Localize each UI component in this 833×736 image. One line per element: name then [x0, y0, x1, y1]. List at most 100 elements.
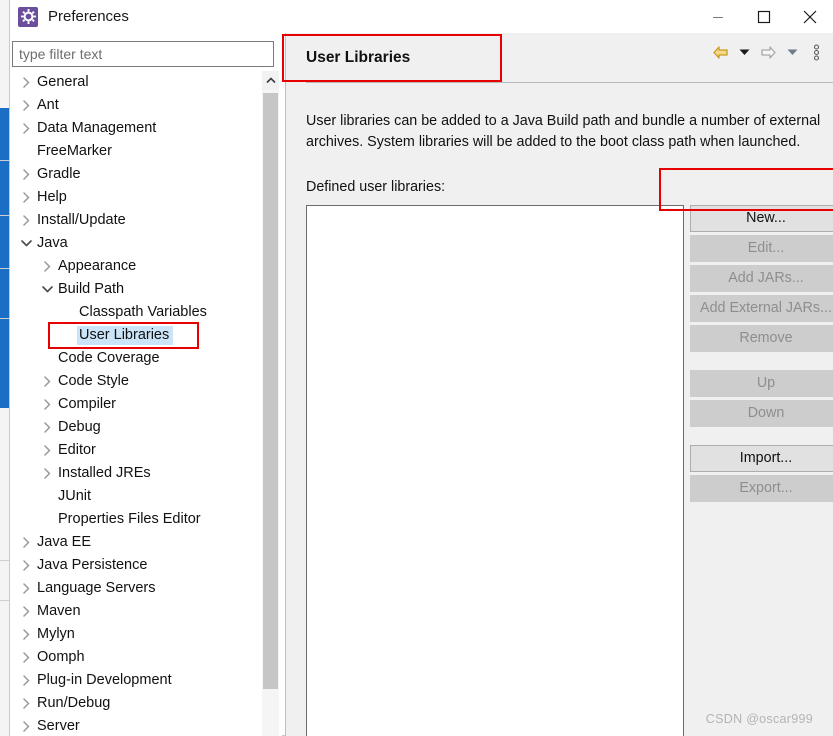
chevron-right-icon[interactable]: [18, 583, 35, 594]
tree-item-label: Code Coverage: [58, 350, 160, 366]
preferences-window: Preferences Gener: [10, 0, 833, 736]
tree-item-label: Appearance: [58, 258, 137, 274]
import-button[interactable]: Import...: [690, 445, 833, 472]
tree-item-properties-files-editor[interactable]: Properties Files Editor: [12, 508, 260, 531]
search-input[interactable]: [12, 41, 274, 67]
chevron-right-icon[interactable]: [18, 675, 35, 686]
preference-page-pane: User Libraries User libraries can be add…: [286, 33, 833, 736]
tree-item-label: JUnit: [58, 488, 92, 504]
tree-item-label: FreeMarker: [37, 143, 112, 159]
tree-item-freemarker[interactable]: FreeMarker: [12, 140, 260, 163]
chevron-right-icon[interactable]: [39, 445, 56, 456]
tree-item-label: Gradle: [37, 166, 81, 182]
tree-item-label: Java Persistence: [37, 557, 148, 573]
tree-item-server[interactable]: Server: [12, 715, 260, 736]
tree-item-junit[interactable]: JUnit: [12, 485, 260, 508]
new-button[interactable]: New...: [690, 205, 833, 232]
tree-item-label: Java: [37, 235, 68, 251]
tree-item-label: Ant: [37, 97, 59, 113]
scroll-up-icon[interactable]: [262, 71, 279, 90]
tree-item-maven[interactable]: Maven: [12, 600, 260, 623]
minimize-icon[interactable]: [695, 0, 741, 33]
tree-item-label: Run/Debug: [37, 695, 111, 711]
tree-item-appearance[interactable]: Appearance: [12, 255, 260, 278]
forward-arrow-icon[interactable]: [757, 41, 779, 63]
tree-item-label: Java EE: [37, 534, 91, 550]
tree-item-language-servers[interactable]: Language Servers: [12, 577, 260, 600]
tree-item-label: Editor: [58, 442, 96, 458]
page-title-container: User Libraries: [292, 34, 512, 82]
tree-item-run-debug[interactable]: Run/Debug: [12, 692, 260, 715]
tree-item-editor[interactable]: Editor: [12, 439, 260, 462]
export-button: Export...: [690, 475, 833, 502]
scrollbar-thumb[interactable]: [263, 93, 278, 689]
tree-item-install-update[interactable]: Install/Update: [12, 209, 260, 232]
chevron-right-icon[interactable]: [18, 169, 35, 180]
tree-item-java-persistence[interactable]: Java Persistence: [12, 554, 260, 577]
tree-item-label: Properties Files Editor: [58, 511, 201, 527]
tree-item-code-coverage[interactable]: Code Coverage: [12, 347, 260, 370]
tree-item-label: Oomph: [37, 649, 85, 665]
chevron-right-icon[interactable]: [39, 399, 56, 410]
chevron-right-icon[interactable]: [18, 537, 35, 548]
tree-item-label: Data Management: [37, 120, 157, 136]
page-title: User Libraries: [306, 49, 411, 66]
chevron-right-icon[interactable]: [18, 77, 35, 88]
tree-item-gradle[interactable]: Gradle: [12, 163, 260, 186]
chevron-right-icon[interactable]: [39, 376, 56, 387]
chevron-right-icon[interactable]: [18, 698, 35, 709]
tree-item-debug[interactable]: Debug: [12, 416, 260, 439]
title-separator: [306, 82, 833, 83]
chevron-right-icon[interactable]: [18, 560, 35, 571]
tree-item-java[interactable]: Java: [12, 232, 260, 255]
back-arrow-icon[interactable]: [709, 41, 731, 63]
chevron-right-icon[interactable]: [39, 261, 56, 272]
chevron-right-icon[interactable]: [18, 606, 35, 617]
view-menu-icon[interactable]: [805, 41, 827, 63]
tree-item-java-ee[interactable]: Java EE: [12, 531, 260, 554]
tree-item-data-management[interactable]: Data Management: [12, 117, 260, 140]
tree-item-label: Installed JREs: [58, 465, 151, 481]
tree-item-build-path[interactable]: Build Path: [12, 278, 260, 301]
tree-item-classpath-variables[interactable]: Classpath Variables: [12, 301, 260, 324]
preference-tree[interactable]: General Ant Data Management FreeMarker Gradl…: [12, 71, 260, 736]
background-view-tab: [0, 108, 9, 408]
tree-item-label: Install/Update: [37, 212, 126, 228]
chevron-right-icon[interactable]: [18, 192, 35, 203]
tree-item-general[interactable]: General: [12, 71, 260, 94]
maximize-icon[interactable]: [741, 0, 787, 33]
tree-item-label: Compiler: [58, 396, 117, 412]
tree-item-label: Debug: [58, 419, 101, 435]
tree-item-label: Plug-in Development: [37, 672, 172, 688]
chevron-right-icon[interactable]: [18, 652, 35, 663]
page-description: User libraries can be added to a Java Bu…: [306, 113, 821, 150]
tree-item-ant[interactable]: Ant: [12, 94, 260, 117]
tree-item-plug-in-development[interactable]: Plug-in Development: [12, 669, 260, 692]
chevron-right-icon[interactable]: [18, 721, 35, 732]
chevron-right-icon[interactable]: [18, 629, 35, 640]
chevron-right-icon[interactable]: [39, 422, 56, 433]
tree-item-user-libraries[interactable]: User Libraries: [12, 324, 260, 347]
chevron-right-icon[interactable]: [18, 123, 35, 134]
tree-item-oomph[interactable]: Oomph: [12, 646, 260, 669]
chevron-right-icon[interactable]: [18, 215, 35, 226]
tree-item-help[interactable]: Help: [12, 186, 260, 209]
chevron-down-icon[interactable]: [18, 239, 35, 248]
tree-item-label: Build Path: [58, 281, 125, 297]
tree-item-mylyn[interactable]: Mylyn: [12, 623, 260, 646]
close-icon[interactable]: [787, 0, 833, 33]
watermark: CSDN @oscar999: [705, 712, 813, 726]
tree-scrollbar[interactable]: [262, 71, 279, 736]
tree-item-code-style[interactable]: Code Style: [12, 370, 260, 393]
chevron-right-icon[interactable]: [18, 100, 35, 111]
chevron-down-icon[interactable]: [39, 285, 56, 294]
tree-item-label: Maven: [37, 603, 81, 619]
tree-item-installed-jres[interactable]: Installed JREs: [12, 462, 260, 485]
user-libraries-list[interactable]: [306, 205, 684, 736]
forward-dropdown-chevron-down-icon[interactable]: [781, 41, 803, 63]
chevron-right-icon[interactable]: [39, 468, 56, 479]
tree-item-compiler[interactable]: Compiler: [12, 393, 260, 416]
up-button: Up: [690, 370, 833, 397]
window-title: Preferences: [48, 8, 129, 25]
back-dropdown-chevron-down-icon[interactable]: [733, 41, 755, 63]
